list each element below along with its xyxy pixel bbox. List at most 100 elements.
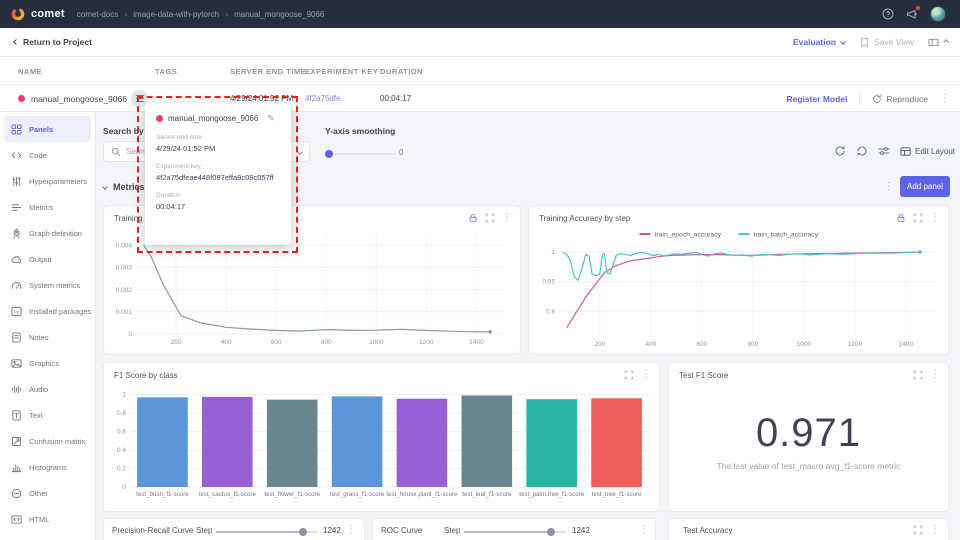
sidebar-item-installed-packages[interactable]: PyInstalled packages <box>4 298 91 324</box>
html-icon <box>11 514 22 525</box>
kebab-menu-icon[interactable]: ⋮ <box>930 525 940 535</box>
smoothing-slider[interactable] <box>325 150 395 158</box>
user-avatar[interactable] <box>930 6 946 22</box>
add-panel-button[interactable]: Add panel <box>900 176 950 197</box>
step-slider-knob[interactable] <box>547 528 555 536</box>
sidebar-item-other[interactable]: Other <box>4 480 91 506</box>
sidebar-item-label: Hyperparameters <box>29 177 87 186</box>
svg-text:400: 400 <box>645 341 656 348</box>
precision-recall-panel: Precision-Recall Curve Step 1242 ⋮ <box>103 518 365 540</box>
kebab-menu-icon[interactable]: ⋮ <box>346 525 356 535</box>
f1-score-panel: F1 Score by class ⋮ 00.20.40.60.81test_b… <box>103 362 660 512</box>
tune-icon[interactable] <box>878 145 890 157</box>
step-slider[interactable] <box>464 528 566 536</box>
column-header-experiment-key[interactable]: EXPERIMENT KEY <box>305 67 378 76</box>
training-accuracy-chart[interactable]: 0.90.951200400600800100012001400train_ep… <box>531 226 946 354</box>
expand-icon[interactable] <box>624 370 634 380</box>
training-accuracy-panel: Training Accuracy by step ⋮ 0.90.9512004… <box>528 205 949 355</box>
sidebar-item-code[interactable]: Code <box>4 142 91 168</box>
expand-icon[interactable] <box>913 525 923 535</box>
kebab-menu-icon[interactable]: ⋮ <box>639 525 649 535</box>
comet-flame-icon <box>10 6 26 22</box>
section-kebab-menu-icon[interactable]: ⋮ <box>884 182 894 192</box>
kebab-menu-icon[interactable]: ⋮ <box>930 213 940 223</box>
sidebar-item-label: Graph definition <box>29 229 82 238</box>
column-header-duration[interactable]: DURATION <box>380 67 423 76</box>
sidebar-item-text[interactable]: Text <box>4 402 91 428</box>
reproduce-button[interactable]: Reproduce <box>872 94 928 104</box>
pencil-edit-icon[interactable]: ✎ <box>267 113 275 124</box>
view-toolbar: Return to Project Evaluation Save View <box>0 28 960 57</box>
save-view-button[interactable]: Save View <box>859 37 914 48</box>
view-dropdown[interactable]: Evaluation <box>793 37 845 47</box>
sidebar-item-notes[interactable]: Notes <box>4 324 91 350</box>
sidebar-item-label: System metrics <box>29 281 80 290</box>
sidebar-item-output[interactable]: Output <box>4 246 91 272</box>
experiment-key-link[interactable]: 4f2a75dfe <box>305 94 341 103</box>
kebab-menu-icon[interactable]: ⋮ <box>502 213 512 223</box>
sidebar-item-label: Confusion matrix <box>29 437 85 446</box>
kebab-menu-icon[interactable]: ⋮ <box>930 370 940 380</box>
metrics-section-header[interactable]: Metrics ( <box>103 182 150 192</box>
lock-icon[interactable] <box>468 213 478 223</box>
sidebar-item-hyperparameters[interactable]: Hyperparameters <box>4 168 91 194</box>
svg-text:600: 600 <box>696 341 707 348</box>
breadcrumb-item[interactable]: image-data-with-pytorch <box>133 10 219 19</box>
edit-layout-button[interactable]: Edit Layout <box>900 146 955 157</box>
svg-text:Py: Py <box>14 309 20 314</box>
svg-text:1: 1 <box>551 249 555 256</box>
expand-icon[interactable] <box>913 213 923 223</box>
sidebar-item-system-metrics[interactable]: System metrics <box>4 272 91 298</box>
expand-icon[interactable] <box>913 370 923 380</box>
step-label: Step <box>196 526 212 535</box>
f1-score-chart[interactable]: 00.20.40.60.81test_bush_f1-scoretest_cac… <box>108 381 655 509</box>
sidebar-item-panels[interactable]: Panels <box>4 116 91 142</box>
sidebar-item-graphics[interactable]: Graphics <box>4 350 91 376</box>
experiment-name[interactable]: manual_mongoose_9066 <box>31 94 127 104</box>
svg-text:0.9: 0.9 <box>546 308 555 315</box>
expand-icon[interactable] <box>485 213 495 223</box>
popup-field-label: Server end time <box>156 134 280 141</box>
megaphone-icon[interactable] <box>906 8 918 20</box>
panel-title: Test F1 Score <box>679 371 728 380</box>
step-slider[interactable] <box>216 528 318 536</box>
sidebar-item-label: Output <box>29 255 52 264</box>
svg-text:0.8: 0.8 <box>117 410 126 417</box>
comet-logo[interactable]: comet <box>0 6 77 22</box>
sliders-icon <box>11 176 22 187</box>
training-loss-chart[interactable]: 00.0010.0020.0030.0042004006008001000120… <box>108 228 516 352</box>
smoothing-slider-knob[interactable] <box>325 150 333 158</box>
reproduce-icon <box>872 94 882 104</box>
lock-icon[interactable] <box>896 213 906 223</box>
search-scope-chevron-icon[interactable] <box>297 149 303 155</box>
breadcrumb-item[interactable]: manual_mongoose_9066 <box>234 10 324 19</box>
row-kebab-menu-icon[interactable]: ⋮ <box>940 94 950 104</box>
column-header-name[interactable]: NAME <box>18 67 42 76</box>
help-icon[interactable] <box>882 8 894 20</box>
svg-text:0: 0 <box>128 331 132 338</box>
sidebar-item-histograms[interactable]: Histograms <box>4 454 91 480</box>
breadcrumb-item[interactable]: comet-docs <box>77 10 118 19</box>
svg-text:0.001: 0.001 <box>116 309 133 316</box>
sidebar-item-graph-definition[interactable]: Graph definition <box>4 220 91 246</box>
return-to-project-link[interactable]: Return to Project <box>0 37 92 47</box>
search-icon <box>111 147 121 157</box>
register-model-link[interactable]: Register Model <box>786 94 847 104</box>
divider <box>859 92 860 106</box>
sidebar-item-metrics[interactable]: Metrics <box>4 194 91 220</box>
experiment-row[interactable]: manual_mongoose_9066 4/29/24 01:52 PM 4f… <box>0 85 960 112</box>
svg-text:test_flower_f1-score: test_flower_f1-score <box>264 491 320 498</box>
svg-text:0.4: 0.4 <box>117 447 126 454</box>
history-icon[interactable] <box>856 145 868 157</box>
sidebar-item-html[interactable]: HTML <box>4 506 91 532</box>
sidebar-item-audio[interactable]: Audio <box>4 376 91 402</box>
sidebar-item-confusion-matrix[interactable]: Confusion matrix <box>4 428 91 454</box>
metrics-list-icon <box>11 202 22 213</box>
refresh-icon[interactable] <box>834 145 846 157</box>
column-header-tags[interactable]: TAGS <box>155 67 177 76</box>
column-header-server-end-time[interactable]: SERVER END TIME <box>230 67 306 76</box>
panel-toggle-button[interactable] <box>928 37 948 48</box>
svg-text:800: 800 <box>747 341 758 348</box>
step-slider-knob[interactable] <box>299 528 307 536</box>
kebab-menu-icon[interactable]: ⋮ <box>641 370 651 380</box>
